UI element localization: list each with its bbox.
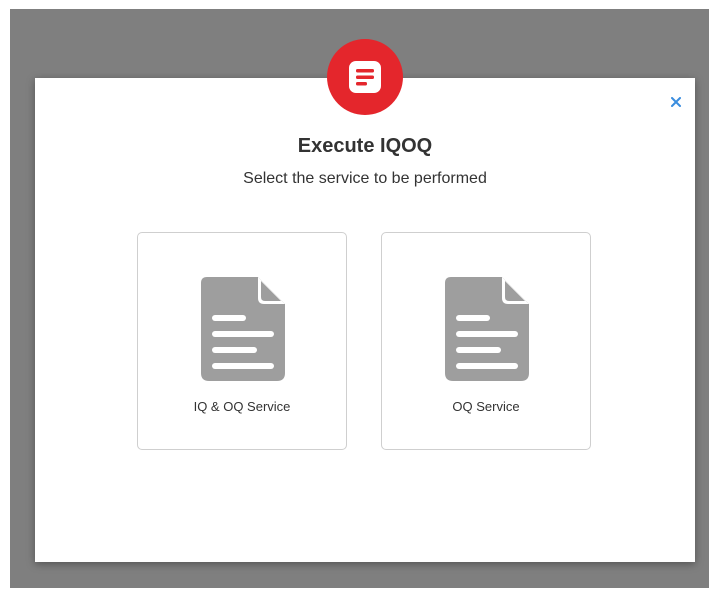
oq-service-card[interactable]: OQ Service (381, 232, 591, 450)
close-icon (671, 97, 681, 107)
dialog-subtitle: Select the service to be performed (243, 170, 487, 187)
iq-oq-service-label: IQ & OQ Service (193, 399, 291, 414)
iq-oq-service-card[interactable]: IQ & OQ Service (137, 232, 347, 450)
close-button[interactable] (666, 92, 686, 112)
document-icon (445, 277, 529, 381)
document-list-icon (349, 61, 381, 93)
dialog-title: Execute IQOQ (297, 135, 433, 157)
document-icon (201, 277, 285, 381)
header-badge (327, 39, 403, 115)
oq-service-label: OQ Service (452, 399, 520, 414)
